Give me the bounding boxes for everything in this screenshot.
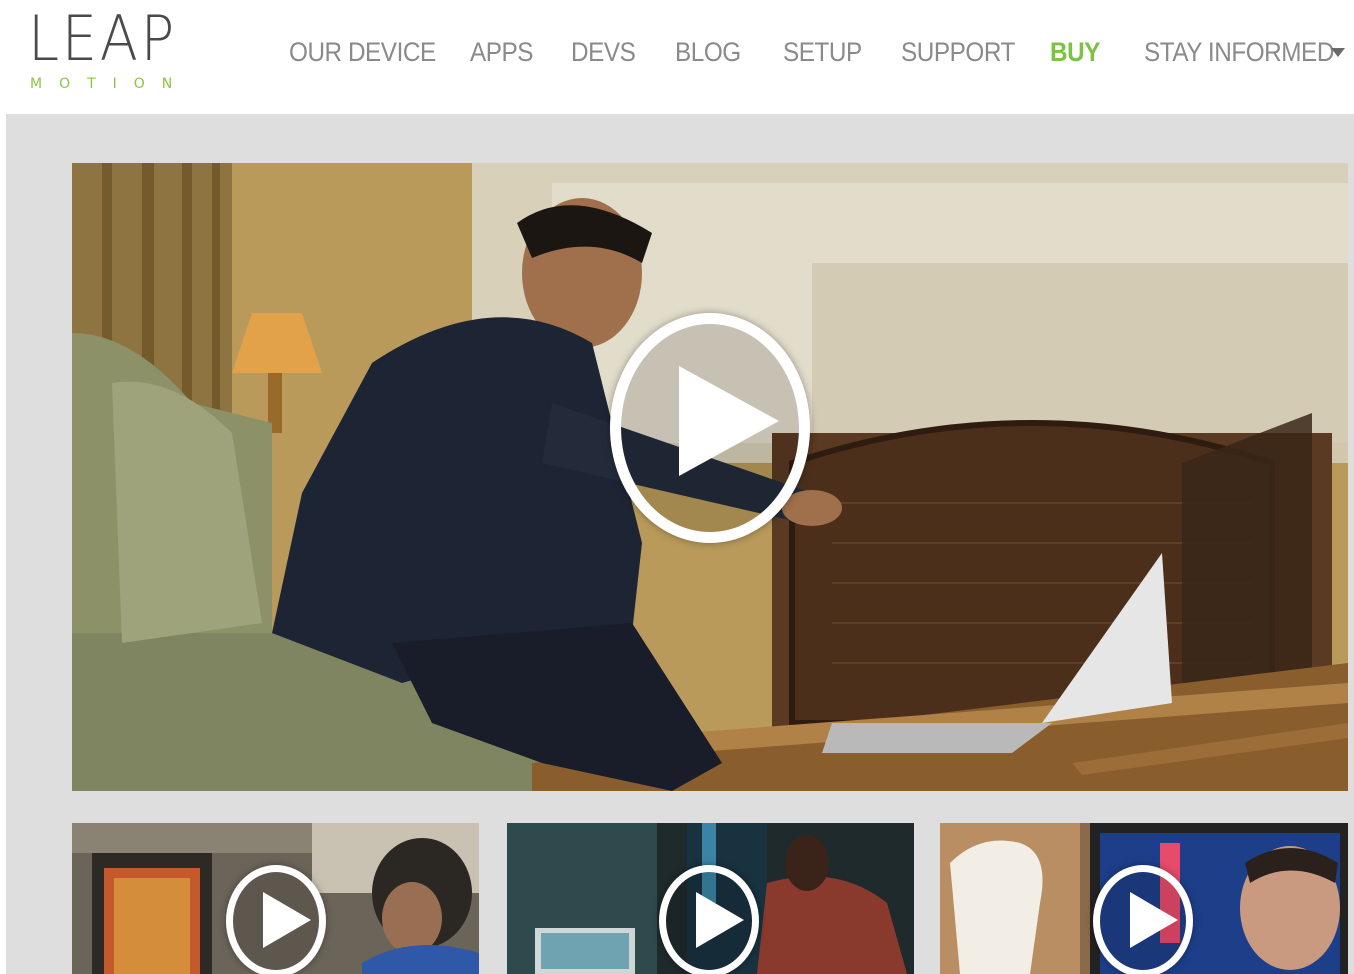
nav-item-apps[interactable]: APPS [470,34,533,70]
hero-video[interactable] [72,163,1348,791]
nav-item-buy[interactable]: BUY [1050,34,1100,70]
main-nav: OUR DEVICE APPS DEVS BLOG SETUP SUPPORT … [0,34,1354,74]
caret-down-icon[interactable] [1331,48,1345,57]
play-icon[interactable] [659,865,759,974]
nav-item-devs[interactable]: DEVS [571,34,636,70]
nav-item-blog[interactable]: BLOG [675,34,741,70]
video-thumbnail-2[interactable] [507,823,914,974]
nav-item-support[interactable]: SUPPORT [901,34,1015,70]
play-icon[interactable] [226,865,326,974]
logo-subtitle: MOTION [30,76,190,92]
video-thumbnail-1[interactable] [72,823,479,974]
nav-item-setup[interactable]: SETUP [783,34,862,70]
nav-item-stay-informed[interactable]: STAY INFORMED [1144,34,1334,70]
play-icon[interactable] [610,313,810,543]
nav-item-our-device[interactable]: OUR DEVICE [289,34,436,70]
video-thumbnail-3[interactable] [940,823,1348,974]
play-icon[interactable] [1093,865,1193,974]
site-header: LEAP MOTION OUR DEVICE APPS DEVS BLOG SE… [0,0,1354,114]
